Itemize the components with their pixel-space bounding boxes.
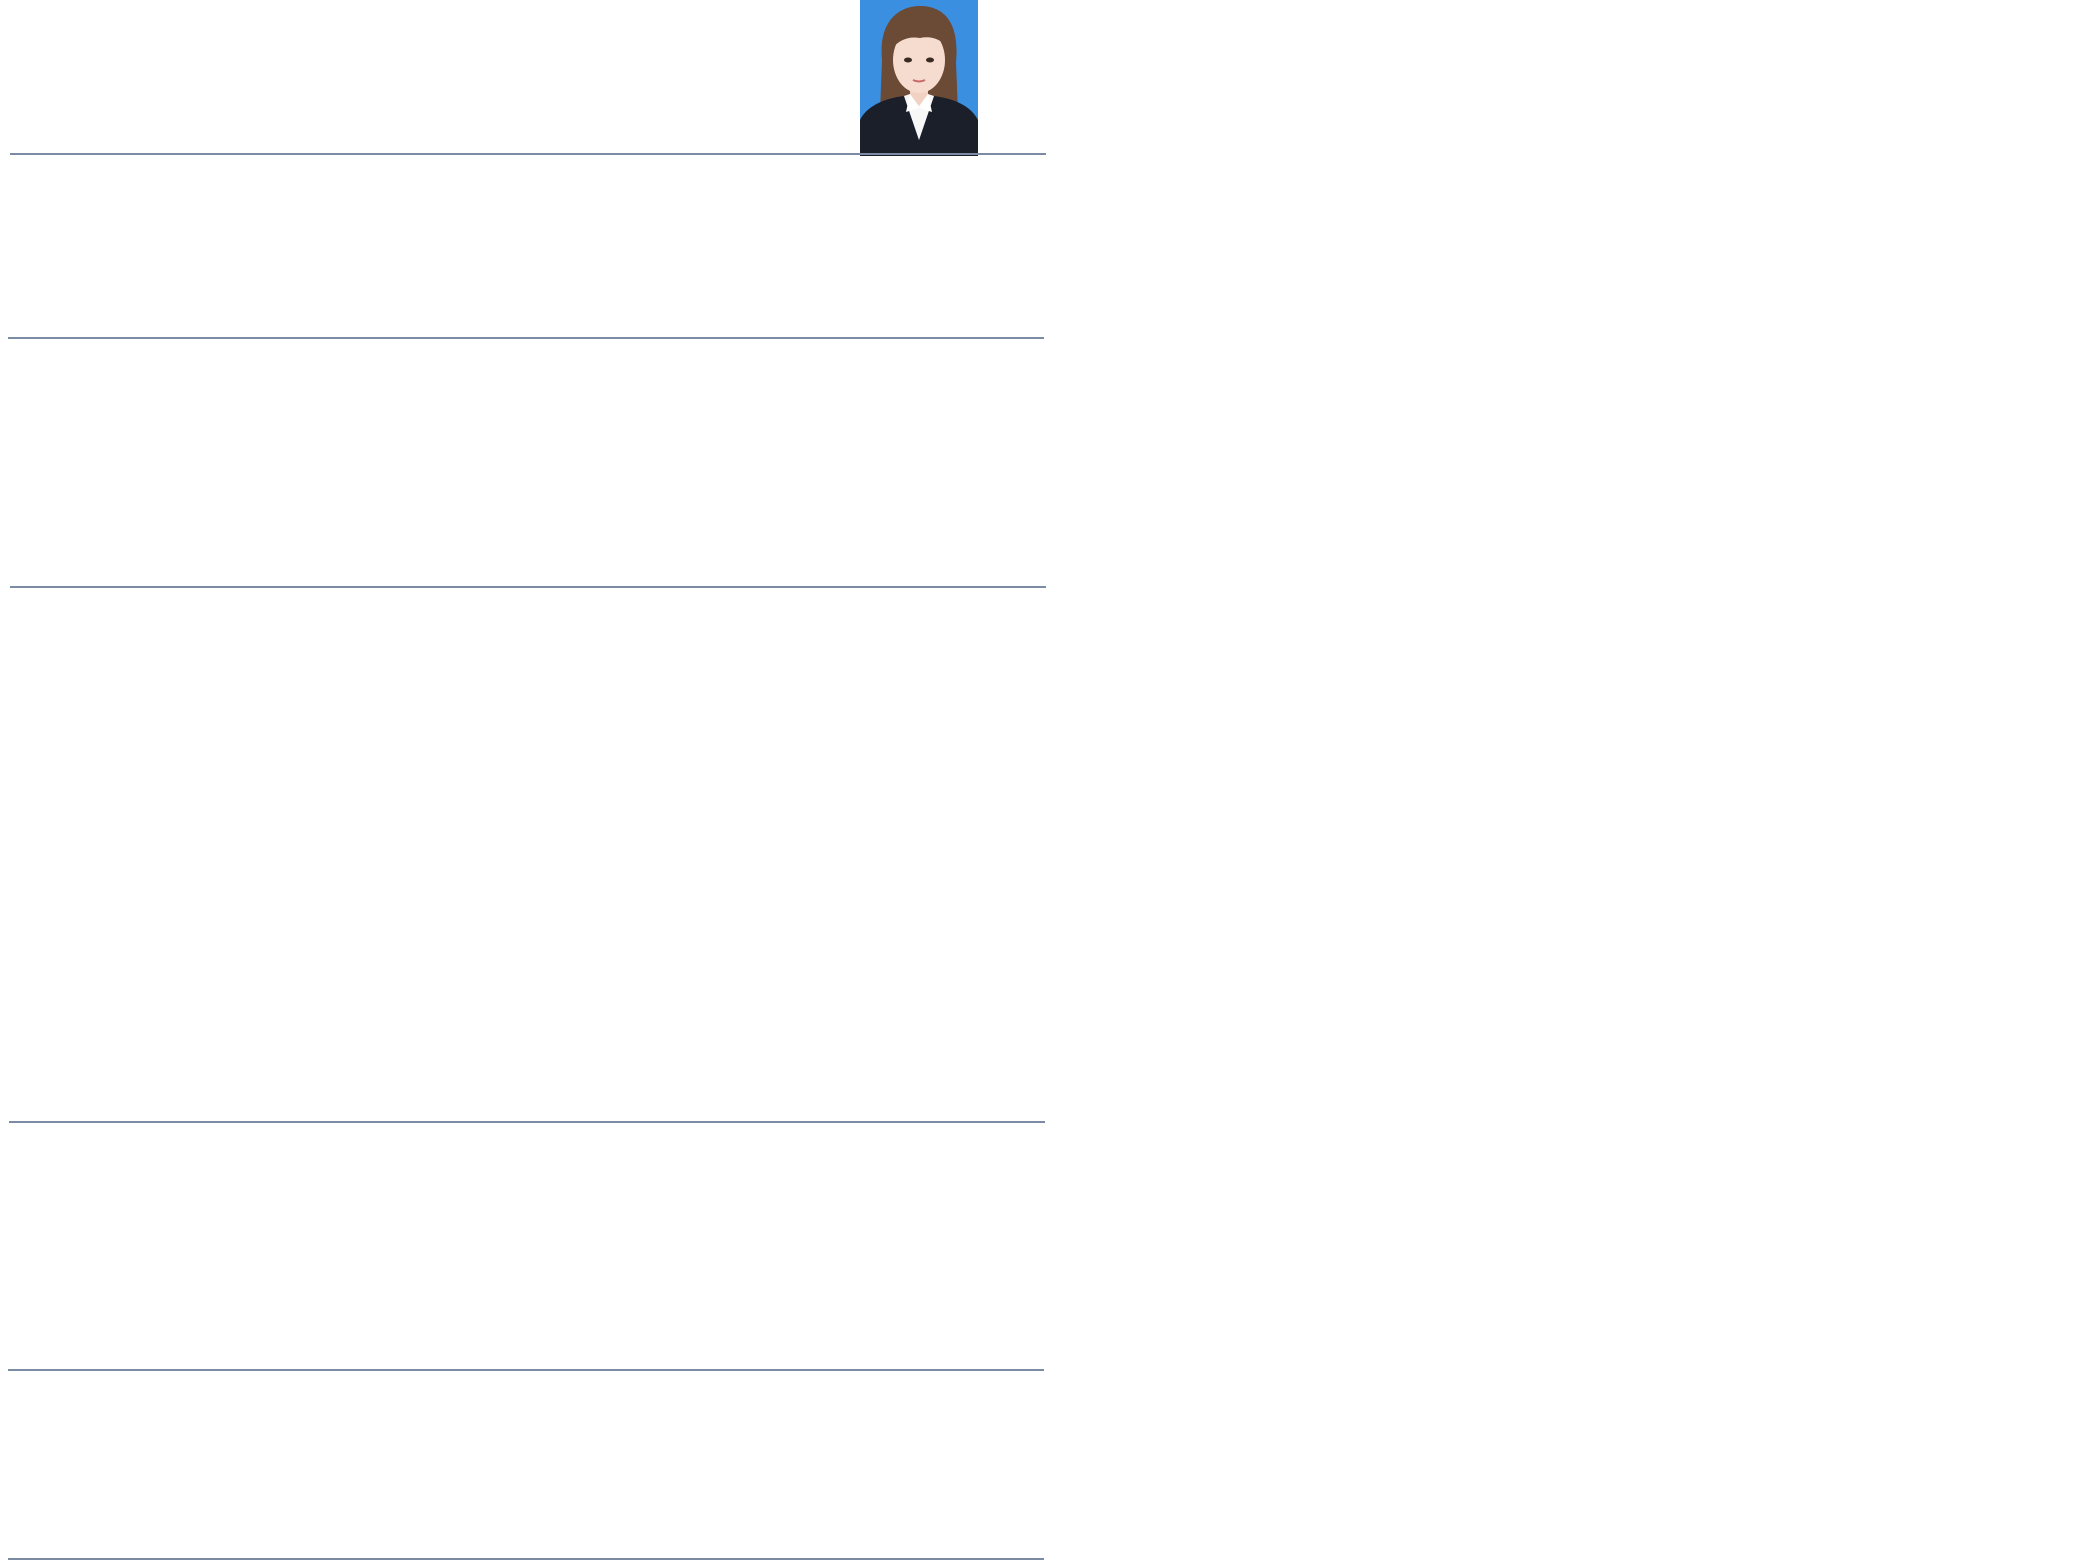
section-divider-2 [8,337,1044,339]
portrait-illustration [860,0,978,156]
resume-page [0,0,2084,1560]
section-divider-5 [8,1369,1044,1371]
section-divider-4 [9,1121,1045,1123]
profile-photo [860,0,978,156]
section-divider-3 [10,586,1046,588]
section-divider-1 [10,153,1046,155]
